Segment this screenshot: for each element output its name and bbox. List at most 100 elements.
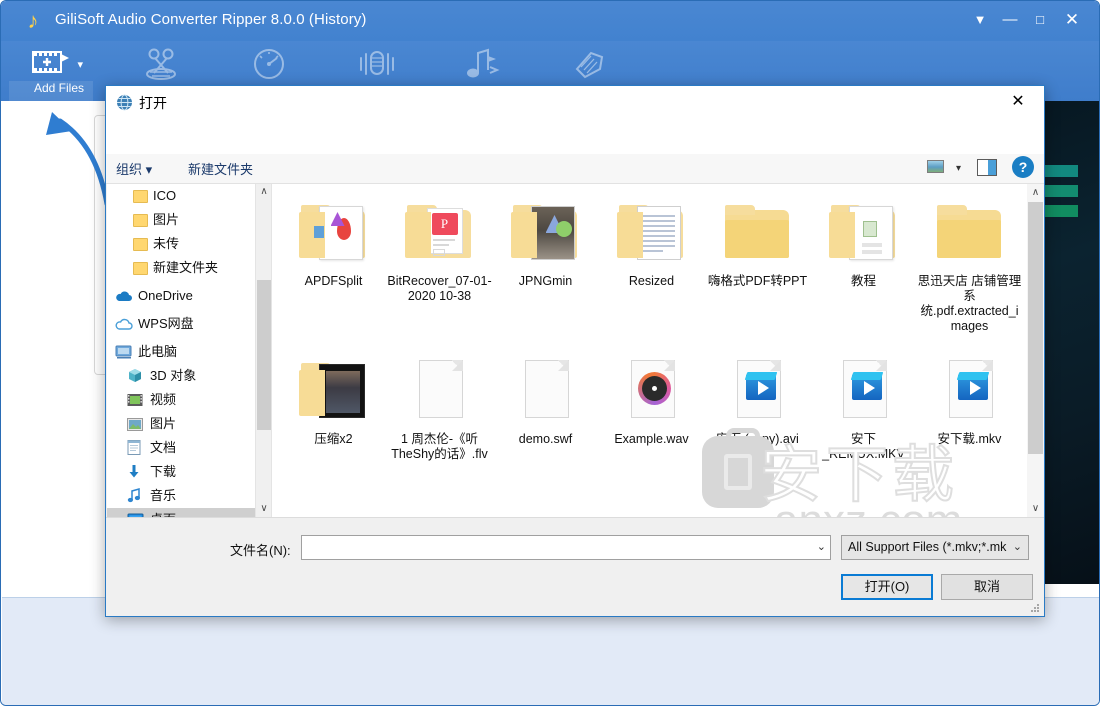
nav-item-label: WPS网盘 bbox=[138, 316, 194, 331]
watermark-en-text: anxz.com bbox=[774, 496, 962, 517]
nav-item-downloads[interactable]: 下载 bbox=[107, 460, 255, 484]
nav-item-label: ICO bbox=[153, 188, 177, 203]
scrollbar-thumb[interactable] bbox=[257, 280, 271, 430]
navigation-pane-scrollbar[interactable]: ∧ ∨ bbox=[255, 184, 271, 517]
nav-item-documents[interactable]: 文档 bbox=[107, 436, 255, 460]
file-item[interactable]: 安下载.mkv bbox=[916, 354, 1023, 447]
nav-item-label: 图片 bbox=[153, 212, 180, 227]
folder-icon bbox=[133, 262, 148, 275]
folder-icon bbox=[721, 196, 795, 270]
nav-item-music[interactable]: 音乐 bbox=[107, 484, 255, 508]
wps-cloud-icon bbox=[115, 315, 133, 331]
resize-grip[interactable] bbox=[1029, 602, 1041, 614]
nav-item-label: OneDrive bbox=[138, 288, 193, 303]
file-item[interactable]: 教程 bbox=[810, 196, 917, 289]
video-file-icon bbox=[827, 354, 901, 428]
nav-item-label: 未传 bbox=[153, 236, 180, 251]
new-folder-button[interactable]: 新建文件夹 bbox=[188, 159, 253, 178]
nav-item-new-folder[interactable]: 新建文件夹 bbox=[107, 256, 255, 280]
video-file-icon bbox=[721, 354, 795, 428]
file-pane-scrollbar[interactable]: ∧ ∨ bbox=[1027, 184, 1044, 517]
scissors-icon bbox=[111, 47, 211, 81]
dialog-close-button[interactable]: ✕ bbox=[996, 88, 1040, 116]
blank-file-icon bbox=[403, 354, 477, 428]
nav-item-desktop[interactable]: 桌面 bbox=[107, 508, 255, 517]
view-mode-icon bbox=[927, 160, 945, 173]
folder-dark-photo-icon bbox=[297, 354, 371, 428]
scroll-up-icon[interactable]: ∧ bbox=[256, 184, 272, 200]
nav-item-videos[interactable]: 视频 bbox=[107, 388, 255, 412]
organize-menu-button[interactable]: 组织 ▾ bbox=[116, 159, 152, 178]
nav-item-3d-objects[interactable]: 3D 对象 bbox=[107, 364, 255, 388]
toolbar-add-files-label: Add Files bbox=[33, 81, 85, 95]
preview-pane-icon[interactable] bbox=[977, 159, 997, 176]
nav-item-label: 3D 对象 bbox=[150, 368, 197, 383]
maximize-button[interactable]: □ bbox=[1025, 7, 1055, 33]
file-item[interactable]: 思迅天店 店铺管理系统.pdf.extracted_images bbox=[916, 196, 1023, 334]
file-name: 教程 bbox=[850, 274, 876, 288]
file-item[interactable]: 安下 (copy).avi bbox=[704, 354, 811, 447]
videos-icon bbox=[127, 391, 145, 407]
close-button[interactable]: ✕ bbox=[1057, 7, 1087, 33]
minimize-button[interactable]: — bbox=[995, 7, 1025, 33]
this-pc-icon bbox=[115, 343, 133, 359]
toolbar-add-files[interactable]: ▾ Add Files bbox=[9, 41, 109, 101]
file-item[interactable]: P BitRecover_07-01-2020 10-38 bbox=[386, 196, 493, 304]
app-titlebar: ♪ GiliSoft Audio Converter Ripper 8.0.0 … bbox=[1, 1, 1099, 41]
file-item[interactable]: APDFSplit bbox=[280, 196, 387, 289]
nav-item-label: 此电脑 bbox=[138, 344, 178, 359]
navigation-pane[interactable]: ICO 图片 未传 新建文件夹 OneDrive WPS网盘 此电脑 3D 对象… bbox=[107, 184, 255, 517]
file-item[interactable]: 压缩x2 bbox=[280, 354, 387, 447]
file-item[interactable]: JPNGmin bbox=[492, 196, 599, 289]
add-files-icon: ▾ bbox=[9, 47, 109, 81]
nav-item-ico[interactable]: ICO bbox=[107, 184, 255, 208]
file-item[interactable]: demo.swf bbox=[492, 354, 599, 447]
nav-item-label: 新建文件夹 bbox=[153, 260, 219, 275]
dialog-titlebar: 打开 ✕ bbox=[106, 86, 1044, 120]
chevron-down-icon[interactable]: ⌄ bbox=[1013, 540, 1022, 553]
pdf-badge: P bbox=[431, 213, 458, 235]
file-item[interactable]: 嗨格式PDF转PPT bbox=[704, 196, 811, 289]
file-type-value: All Support Files (*.mkv;*.mk bbox=[848, 540, 1007, 554]
nav-item-pictures-fav[interactable]: 图片 bbox=[107, 208, 255, 232]
open-file-dialog: 打开 ✕ ← → ⌄ ↑ › 此电脑 › 桌面 › 说明书 › ⌄ ↻ 搜索"说… bbox=[105, 85, 1045, 617]
nav-item-this-pc[interactable]: 此电脑 bbox=[107, 340, 255, 364]
scrollbar-thumb[interactable] bbox=[1028, 202, 1043, 454]
always-on-top-button[interactable]: ▼ bbox=[965, 7, 995, 33]
folder-photo-icon bbox=[509, 196, 583, 270]
file-item[interactable]: Resized bbox=[598, 196, 705, 289]
file-name: demo.swf bbox=[518, 432, 573, 446]
scroll-down-icon[interactable]: ∨ bbox=[256, 501, 272, 517]
folder-document-icon bbox=[827, 196, 901, 270]
file-item[interactable]: Example.wav bbox=[598, 354, 705, 447]
add-files-arrow-hint bbox=[22, 109, 112, 209]
nav-item-onedrive[interactable]: OneDrive bbox=[107, 284, 255, 308]
organize-label: 组织 bbox=[116, 162, 143, 177]
help-button[interactable]: ? bbox=[1012, 156, 1034, 178]
cancel-button[interactable]: 取消 bbox=[941, 574, 1033, 600]
nav-item-pictures[interactable]: 图片 bbox=[107, 412, 255, 436]
filename-input[interactable]: ⌄ bbox=[301, 535, 831, 560]
file-list-pane[interactable]: APDFSplit P BitRecover_07-01-2020 10-38 bbox=[272, 184, 1027, 517]
file-item[interactable]: 安下_REMUX.MKV bbox=[810, 354, 917, 462]
chevron-down-icon: ▾ bbox=[77, 59, 83, 71]
scroll-up-icon[interactable]: ∧ bbox=[1027, 184, 1044, 201]
speedometer-icon bbox=[219, 47, 319, 81]
folder-icon bbox=[933, 196, 1007, 270]
nav-item-untransferred[interactable]: 未传 bbox=[107, 232, 255, 256]
folder-icon bbox=[133, 214, 148, 227]
open-button[interactable]: 打开(O) bbox=[841, 574, 933, 600]
music-icon bbox=[127, 487, 145, 503]
file-name: 1 周杰伦-《听TheShy的话》.flv bbox=[391, 432, 488, 461]
file-type-select[interactable]: All Support Files (*.mkv;*.mk ⌄ bbox=[841, 535, 1029, 560]
file-item[interactable]: 1 周杰伦-《听TheShy的话》.flv bbox=[386, 354, 493, 462]
scroll-down-icon[interactable]: ∨ bbox=[1027, 500, 1044, 517]
view-mode-button[interactable]: ▾ bbox=[927, 159, 961, 174]
dialog-title: 打开 bbox=[139, 95, 167, 111]
folder-icon bbox=[133, 190, 148, 203]
nav-item-wps-cloud[interactable]: WPS网盘 bbox=[107, 312, 255, 336]
file-name: 嗨格式PDF转PPT bbox=[707, 274, 808, 288]
downloads-icon bbox=[127, 463, 145, 479]
music-note-icon: ♪ bbox=[27, 8, 39, 33]
chevron-down-icon[interactable]: ⌄ bbox=[817, 540, 826, 553]
